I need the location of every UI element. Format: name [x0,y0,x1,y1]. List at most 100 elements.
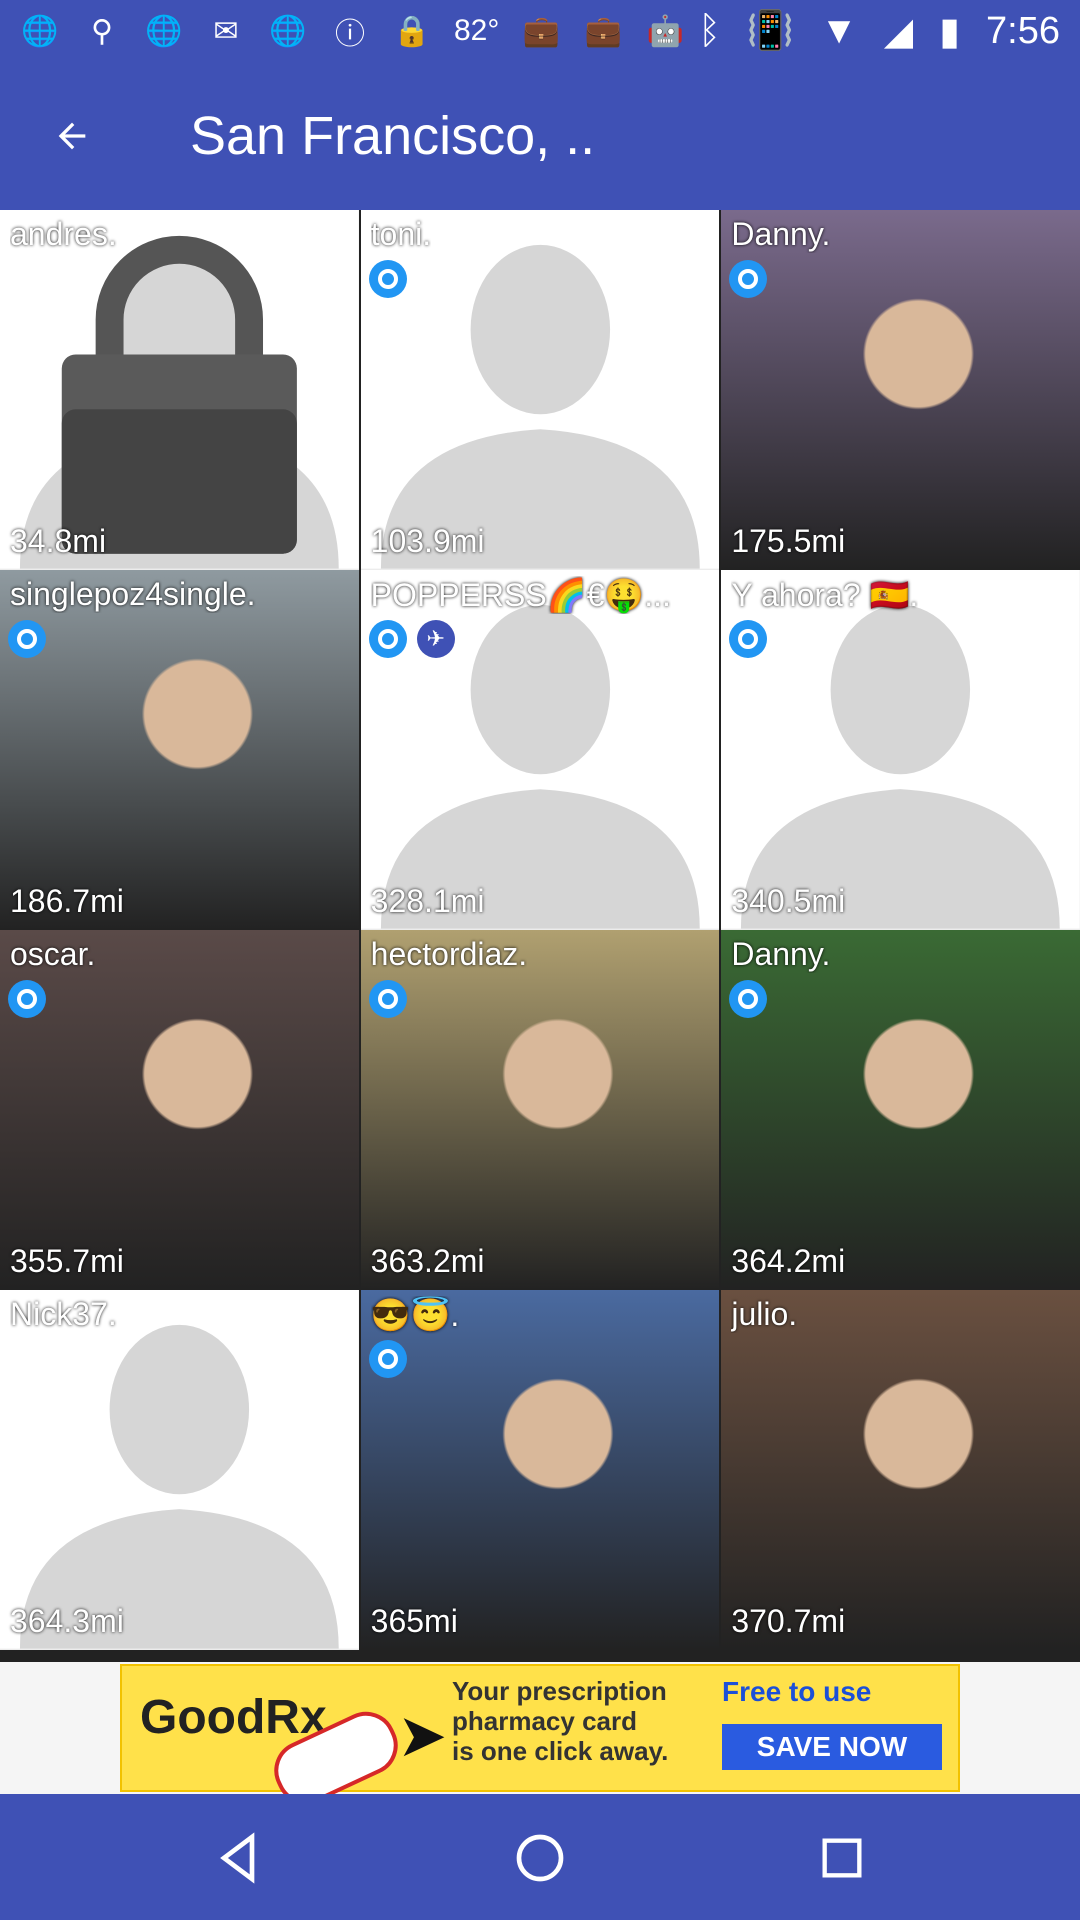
profile-photo [0,570,359,930]
location-target-icon [8,620,46,658]
default-avatar-silhouette [721,570,1080,929]
nav-recents-icon[interactable] [810,1826,874,1890]
profile-name: oscar. [10,936,96,972]
profile-name: POPPERSS🌈€🤑... [370,577,671,613]
ad-free-text: Free to use [722,1676,872,1707]
badges: ✈ [368,620,455,658]
profile-name: hectordiaz. [370,936,528,972]
profile-name: singlepoz4single. [10,576,256,612]
nav-back-icon[interactable] [206,1826,270,1890]
profile-distance: 370.7mi [731,1603,846,1639]
profile-distance: 328.1mi [370,883,485,919]
location-target-icon [368,620,407,658]
profile-tile[interactable]: Danny. 175.5mi [721,210,1080,570]
briefcase-icon: 💼 [584,14,623,48]
status-bar: 🌐 ⚲ 🌐 ✉ 🌐 ⓘ 🔒 82° 💼 💼 🤖 ᛒ 📳 ▼ ◢ ▮ 7:56 [0,0,1080,62]
profile-distance: 364.3mi [10,1603,124,1639]
signal-icon: ◢ [883,10,914,53]
profile-photo [721,930,1080,1290]
profile-photo [0,930,359,1290]
back-arrow-icon[interactable] [40,104,104,168]
ad-copy: Your prescription pharmacy card is one c… [452,1676,668,1766]
badges [729,260,768,298]
save-now-button[interactable]: SAVE NOW [722,1724,942,1770]
profile-grid: andres. 34.8mi toni. 103.9mi Danny. 175.5mi si… [0,210,1080,1662]
location-target-icon [729,620,768,658]
wifi-icon: ▼ [820,9,858,52]
profile-tile[interactable]: Y ahora? 🇪🇸. 340.5mi [721,570,1080,930]
check-briefcase-icon: 💼 [522,14,561,48]
bluetooth-icon: ᛒ [698,9,721,52]
profile-distance: 340.5mi [731,883,846,919]
globe-icon: 🌐 [269,14,307,48]
profile-photo [360,1290,720,1650]
badges [368,1340,407,1378]
profile-tile[interactable]: POPPERSS🌈€🤑... ✈ 328.1mi [360,570,720,930]
lock-icon [61,235,297,554]
badges [729,620,768,658]
profile-name: Y ahora? 🇪🇸. [731,577,919,613]
badges [8,980,46,1018]
system-nav-bar [0,1794,1080,1920]
profile-distance: 365mi [370,1603,458,1639]
profile-tile[interactable]: toni. 103.9mi [360,210,720,570]
android-icon: 🤖 [646,14,685,48]
battery-icon: ▮ [939,10,961,53]
ad-line-3: is one click away. [452,1736,669,1766]
profile-name: Danny. [731,216,831,252]
clock: 7:56 [986,9,1060,52]
plane-icon: ✈ [416,620,455,658]
profile-tile[interactable]: julio. 370.7mi [721,1290,1080,1650]
location-target-icon [368,260,407,298]
location-target-icon [368,1340,407,1378]
profile-name: Nick37. [10,1296,117,1332]
globe-icon: 🌐 [145,14,183,48]
globe-icon: 🌐 [21,14,59,48]
profile-tile[interactable]: oscar. 355.7mi [0,930,359,1290]
temperature-text: 82° [454,14,500,47]
location-target-icon [729,980,768,1018]
keyhole-icon: ⚲ [91,14,113,48]
app-bar: San Francisco, .. [0,62,1080,210]
page-title: San Francisco, .. [190,106,596,166]
profile-name: 😎😇. [370,1297,460,1333]
location-target-icon [729,260,768,298]
cursor-icon: ➤ [397,1702,448,1769]
badges [368,260,407,298]
profile-distance: 364.2mi [731,1243,846,1279]
status-icons-right: ᛒ 📳 ▼ ◢ ▮ 7:56 [698,8,1060,54]
lock-icon: 🔒 [393,14,431,48]
ad-banner[interactable]: GoodRx ➤ Your prescription pharmacy card… [0,1662,1080,1815]
default-avatar-silhouette [360,210,720,569]
ad-creative[interactable]: GoodRx ➤ Your prescription pharmacy card… [120,1664,960,1815]
profile-name: julio. [731,1296,798,1332]
default-avatar-silhouette [0,1290,359,1649]
profile-tile[interactable]: Nick37. 364.3mi [0,1290,359,1650]
nav-home-icon[interactable] [508,1826,572,1890]
profile-distance: 355.7mi [10,1243,124,1279]
profile-tile[interactable]: hectordiaz. 363.2mi [360,930,720,1290]
profile-distance: 175.5mi [731,523,846,559]
badges [368,980,407,1018]
profile-photo [360,930,720,1290]
profile-name: Danny. [731,936,831,972]
profile-name: andres. [10,216,117,252]
profile-name: toni. [370,216,432,252]
badges [729,980,768,1018]
vibrate-icon: 📳 [746,10,795,52]
profile-tile[interactable]: singlepoz4single. 186.7mi [0,570,359,930]
profile-photo [721,1290,1080,1650]
profile-distance: 103.9mi [370,523,485,559]
ad-brand: GoodRx [140,1691,327,1744]
mail-icon: ✉ [213,14,239,48]
profile-tile[interactable]: 😎😇. 365mi [360,1290,720,1650]
info-icon: ⓘ [335,18,365,51]
status-icons-left: 🌐 ⚲ 🌐 ✉ 🌐 ⓘ 🔒 82° 💼 💼 🤖 [20,8,685,54]
profile-photo [721,210,1080,570]
badges [8,620,46,658]
ad-line-1: Your prescription [452,1676,667,1706]
profile-tile[interactable]: andres. 34.8mi [0,210,359,570]
profile-tile[interactable]: Danny. 364.2mi [721,930,1080,1290]
location-target-icon [8,980,46,1018]
profile-distance: 34.8mi [10,523,107,559]
